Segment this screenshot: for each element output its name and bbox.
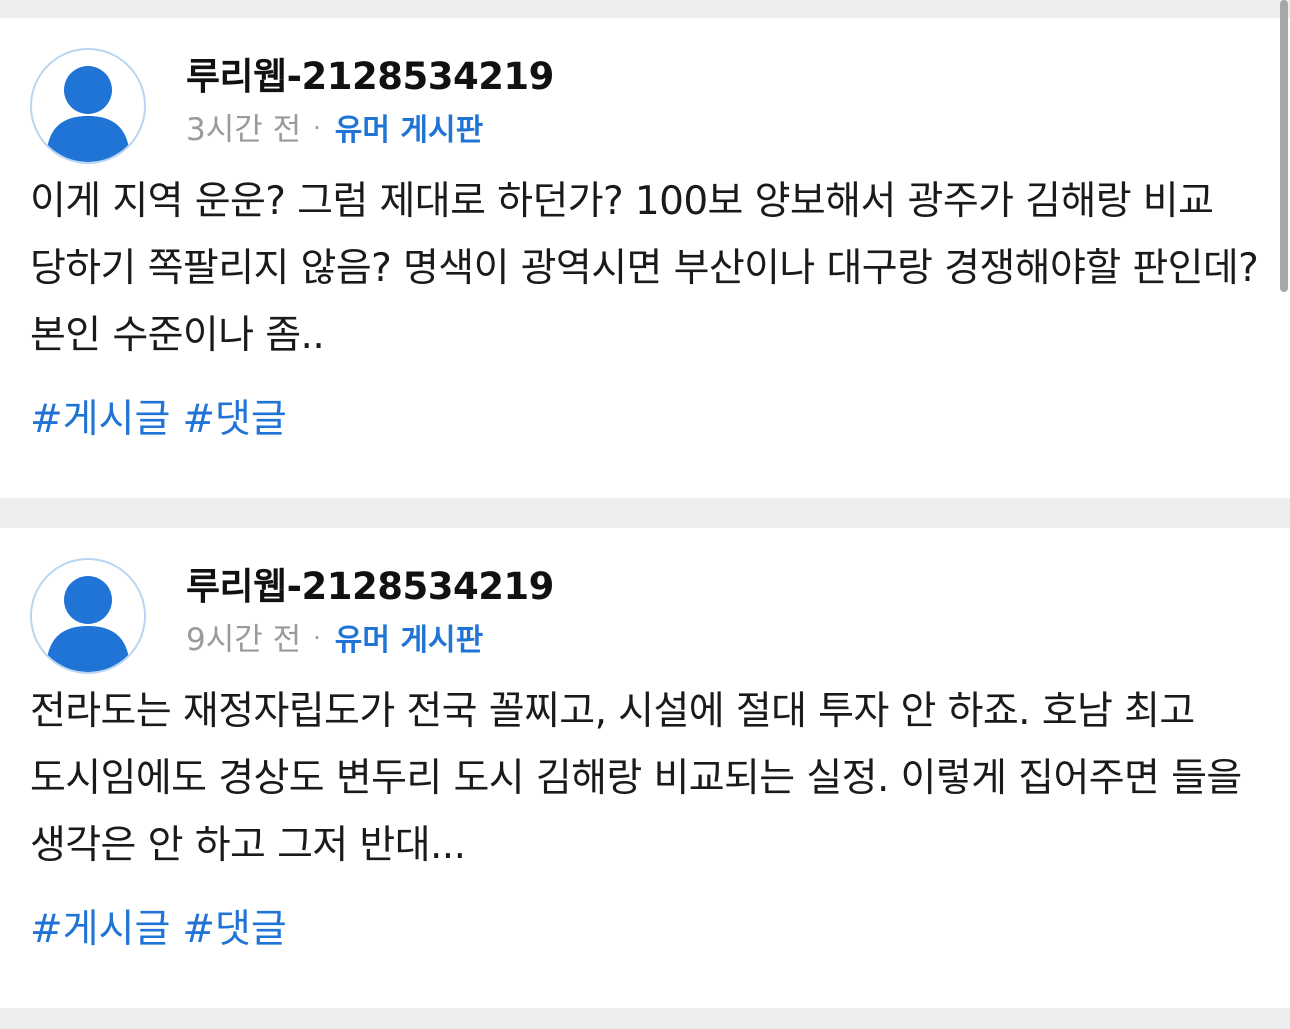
post-meta: 9시간 전 · 유머 게시판 [186, 614, 483, 659]
avatar[interactable] [30, 558, 146, 674]
timestamp: 3시간 전 [186, 112, 302, 148]
username[interactable]: 루리웹-2128534219 [186, 556, 554, 610]
tag-comment[interactable]: #댓글 [182, 397, 286, 442]
comment-body[interactable]: 전라도는 재정자립도가 전국 꼴찌고, 시설에 절대 투자 안 하죠. 호남 최… [30, 678, 1260, 879]
tag-post[interactable]: #게시글 [30, 907, 170, 952]
board-link[interactable]: 유머 게시판 [335, 113, 483, 148]
post-meta: 3시간 전 · 유머 게시판 [186, 104, 483, 149]
default-user-avatar-icon [46, 66, 130, 162]
comment-card: 루리웹-2128534219 9시간 전 · 유머 게시판 전라도는 재정자립도가 … [0, 528, 1290, 1008]
avatar[interactable] [30, 48, 146, 164]
tag-post[interactable]: #게시글 [30, 397, 170, 442]
tag-comment[interactable]: #댓글 [182, 907, 286, 952]
default-user-avatar-icon [46, 576, 130, 672]
timestamp: 9시간 전 [186, 622, 302, 658]
username[interactable]: 루리웹-2128534219 [186, 46, 554, 100]
board-link[interactable]: 유머 게시판 [335, 623, 483, 658]
meta-separator: · [313, 624, 321, 652]
scrollbar[interactable] [1278, 0, 1290, 292]
tag-list: #게시글 #댓글 [30, 388, 299, 444]
comment-card: 루리웹-2128534219 3시간 전 · 유머 게시판 이게 지역 운운? 그럼… [0, 18, 1290, 498]
comment-body[interactable]: 이게 지역 운운? 그럼 제대로 하던가? 100보 양보해서 광주가 김해랑 … [30, 168, 1260, 369]
tag-list: #게시글 #댓글 [30, 898, 299, 954]
scrollbar-thumb[interactable] [1280, 0, 1288, 292]
comment-feed: 루리웹-2128534219 3시간 전 · 유머 게시판 이게 지역 운운? 그럼… [0, 0, 1290, 1029]
meta-separator: · [313, 114, 321, 142]
